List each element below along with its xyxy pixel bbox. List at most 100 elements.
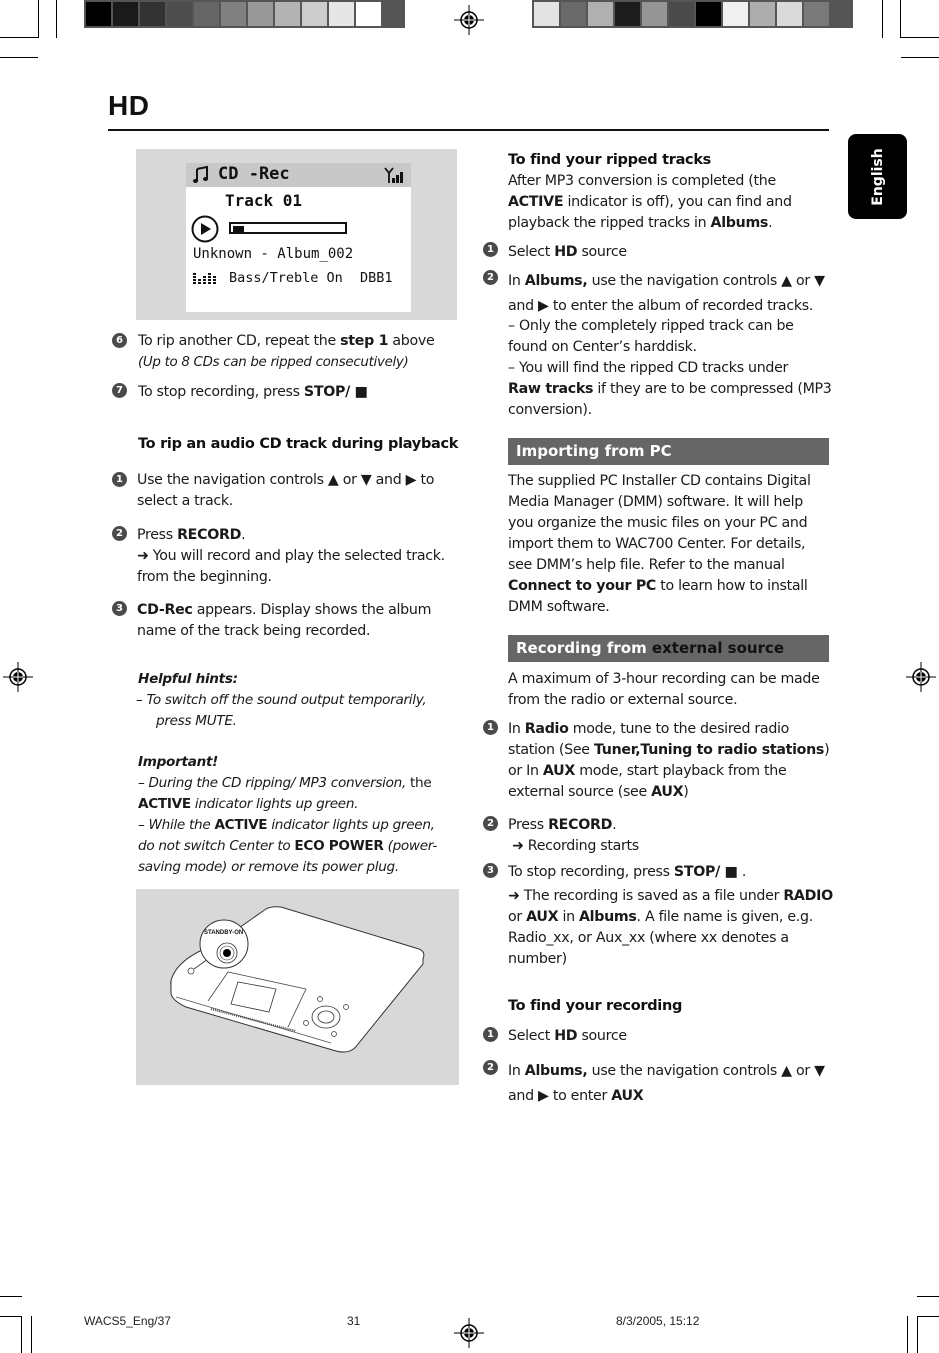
step-emphasis: AUX [542,763,576,779]
body-text: A maximum of 3-hour recording can be mad… [508,671,820,687]
playback-step-3: CD-Rec appears. Display shows the album … [137,600,431,642]
note-text: – You will find the ripped CD tracks und… [508,360,789,376]
crop-mark [901,57,939,58]
body-text: from the radio or external source. [508,692,738,708]
step-emphasis: HD [554,1028,578,1044]
step-emphasis: CD-Rec [137,602,193,618]
find-recording-step-2: In Albums, use the navigation controls ▲… [508,1059,825,1109]
registration-mark-icon [906,662,936,692]
crop-mark [882,0,883,38]
step-6-text: To rip another CD, repeat the step 1 abo… [138,331,435,373]
body-text: indicator is off), you can find and [563,194,792,210]
step-number: 1 [483,720,498,735]
recording-external-intro: A maximum of 3-hour recording can be mad… [508,669,820,711]
step-emphasis: STOP/ ■ [673,864,738,880]
find-recording-heading: To find your recording [508,998,683,1014]
body-text: playback the ripped tracks in [508,215,711,231]
hint-text: – To switch off the sound output tempora… [136,692,427,708]
hint-text: press MUTE. [156,713,237,729]
important-text: – While the [138,817,215,833]
note-text: – Only the completely ripped track can b… [508,318,794,334]
crop-mark [917,1296,939,1297]
language-tab[interactable]: English [848,134,907,219]
find-ripped-notes: – Only the completely ripped track can b… [508,316,832,421]
important-emphasis: ECO POWER [294,838,384,854]
step-emphasis: AUX [611,1088,644,1104]
crop-mark [900,0,901,38]
calibration-swatch [194,2,219,26]
calibration-swatch [561,2,586,26]
crop-mark [901,37,939,38]
calibration-swatch [615,2,640,26]
section-label-emphasis: external source [651,639,785,657]
step-number: 2 [112,526,127,541]
lcd-screen [186,163,411,312]
note-text: conversion). [508,402,592,418]
step-text: . [241,527,246,543]
playback-step-2: Press RECORD. ➜ You will record and play… [137,525,445,588]
step-number: 2 [483,816,498,831]
step-emphasis: AUX [651,784,684,800]
calibration-swatch [534,2,559,26]
important-text: indicator lights up green. [190,796,359,812]
body-text: After MP3 conversion is completed (the [508,173,776,189]
important-text: saving mode) or remove its power plug. [138,859,399,875]
footer-page-number: 31 [347,1314,361,1328]
step-text: use the navigation controls ▲ or ▼ [587,273,825,289]
step-text: station (See [508,742,594,758]
step-text: and ▶ to enter [508,1088,612,1104]
step-text: ) [683,784,689,800]
crop-mark [0,1296,22,1297]
calibration-swatch [275,2,300,26]
important-notice: Important! – During the CD ripping/ MP3 … [138,752,437,878]
registration-mark-icon [3,662,33,692]
body-text: . [768,215,773,231]
equalizer-icon [193,273,216,284]
importing-from-pc-header: Importing from PC [508,438,829,465]
body-emphasis: Albums [710,215,769,231]
step-text: In [508,273,525,289]
step-emphasis: RADIO [783,888,833,904]
calibration-swatch [221,2,246,26]
step-number: 2 [483,270,498,285]
step-text: Press [137,527,178,543]
body-text: DMM software. [508,599,610,615]
step-emphasis: AUX [526,909,559,925]
calibration-swatch [140,2,165,26]
calibration-swatch [669,2,694,26]
important-text: – During the CD ripping/ MP3 conversion, [138,775,406,791]
step-number: 3 [112,601,127,616]
step-number: 1 [112,472,127,487]
step-text: To stop recording, press [508,864,674,880]
body-text: import them to WAC700 Center. For detail… [508,536,806,552]
crop-mark [31,1316,32,1353]
important-text: indicator lights up green, [267,817,435,833]
step-text: mode, start playback from the [575,763,787,779]
step-text: mode, tune to the desired radio [568,721,790,737]
step-result: ➜ Recording starts [512,838,639,854]
body-text: you organize the music files on your PC … [508,515,808,531]
step-emphasis: RECORD [548,817,613,833]
lcd-dbb: DBB1 [360,270,393,286]
step-text: To stop recording, press [138,384,304,400]
calibration-swatch [642,2,667,26]
calibration-swatch [329,2,354,26]
crop-mark [0,37,38,38]
body-text: Media Manager (DMM) software. It will he… [508,494,804,510]
play-icon [191,215,219,243]
step-result: . A file name is given, e.g. [636,909,814,925]
step-result: number) [508,951,567,967]
lcd-track: Track 01 [225,191,303,210]
step-emphasis: step 1 [340,333,389,349]
step-emphasis: Albums, [524,1063,588,1079]
step-7-text: To stop recording, press STOP/ ■ [138,382,368,403]
registration-mark-icon [454,5,484,35]
find-ripped-step-2: In Albums, use the navigation controls ▲… [508,269,825,319]
registration-mark-icon [454,1318,484,1348]
step-text: or In [508,763,543,779]
calibration-swatch [804,2,829,26]
step-text: above [388,333,435,349]
step-text: appears. Display shows the album [192,602,432,618]
step-text: Select [508,244,555,260]
calibration-swatch [302,2,327,26]
